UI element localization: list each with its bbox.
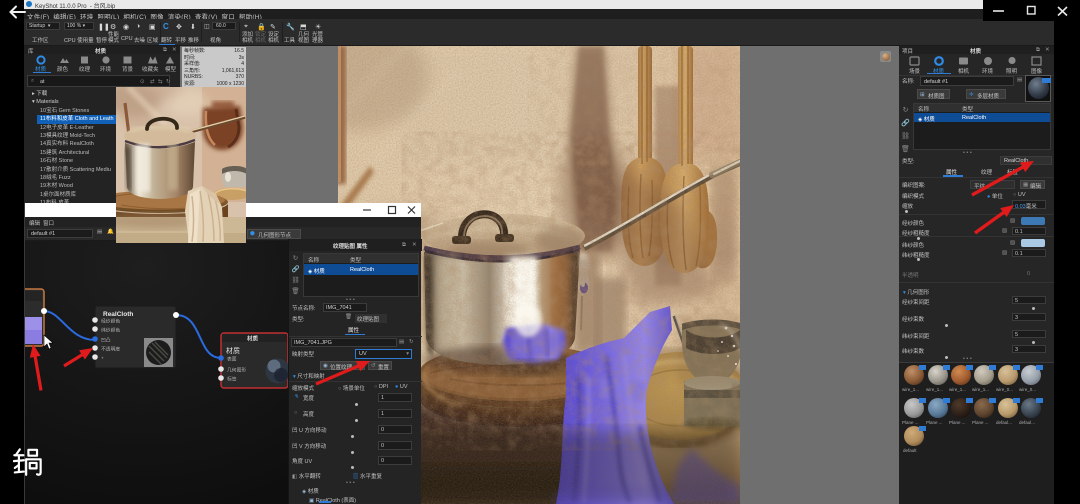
svg-text:材质: 材质 <box>226 346 240 355</box>
svg-text:表面: 表面 <box>227 356 237 363</box>
svg-text:不透明度: 不透明度 <box>101 346 120 353</box>
svg-text:+: + <box>101 357 104 362</box>
svg-text:标签: 标签 <box>227 376 237 383</box>
svg-text:材质: 材质 <box>247 335 259 343</box>
svg-text:纬纱颜色: 纬纱颜色 <box>101 327 120 334</box>
svg-text:几何图形: 几何图形 <box>227 367 246 374</box>
svg-text:凹凸: 凹凸 <box>101 338 111 344</box>
svg-text:经纱颜色: 经纱颜色 <box>101 318 120 325</box>
svg-text:RealCloth: RealCloth <box>103 311 133 318</box>
